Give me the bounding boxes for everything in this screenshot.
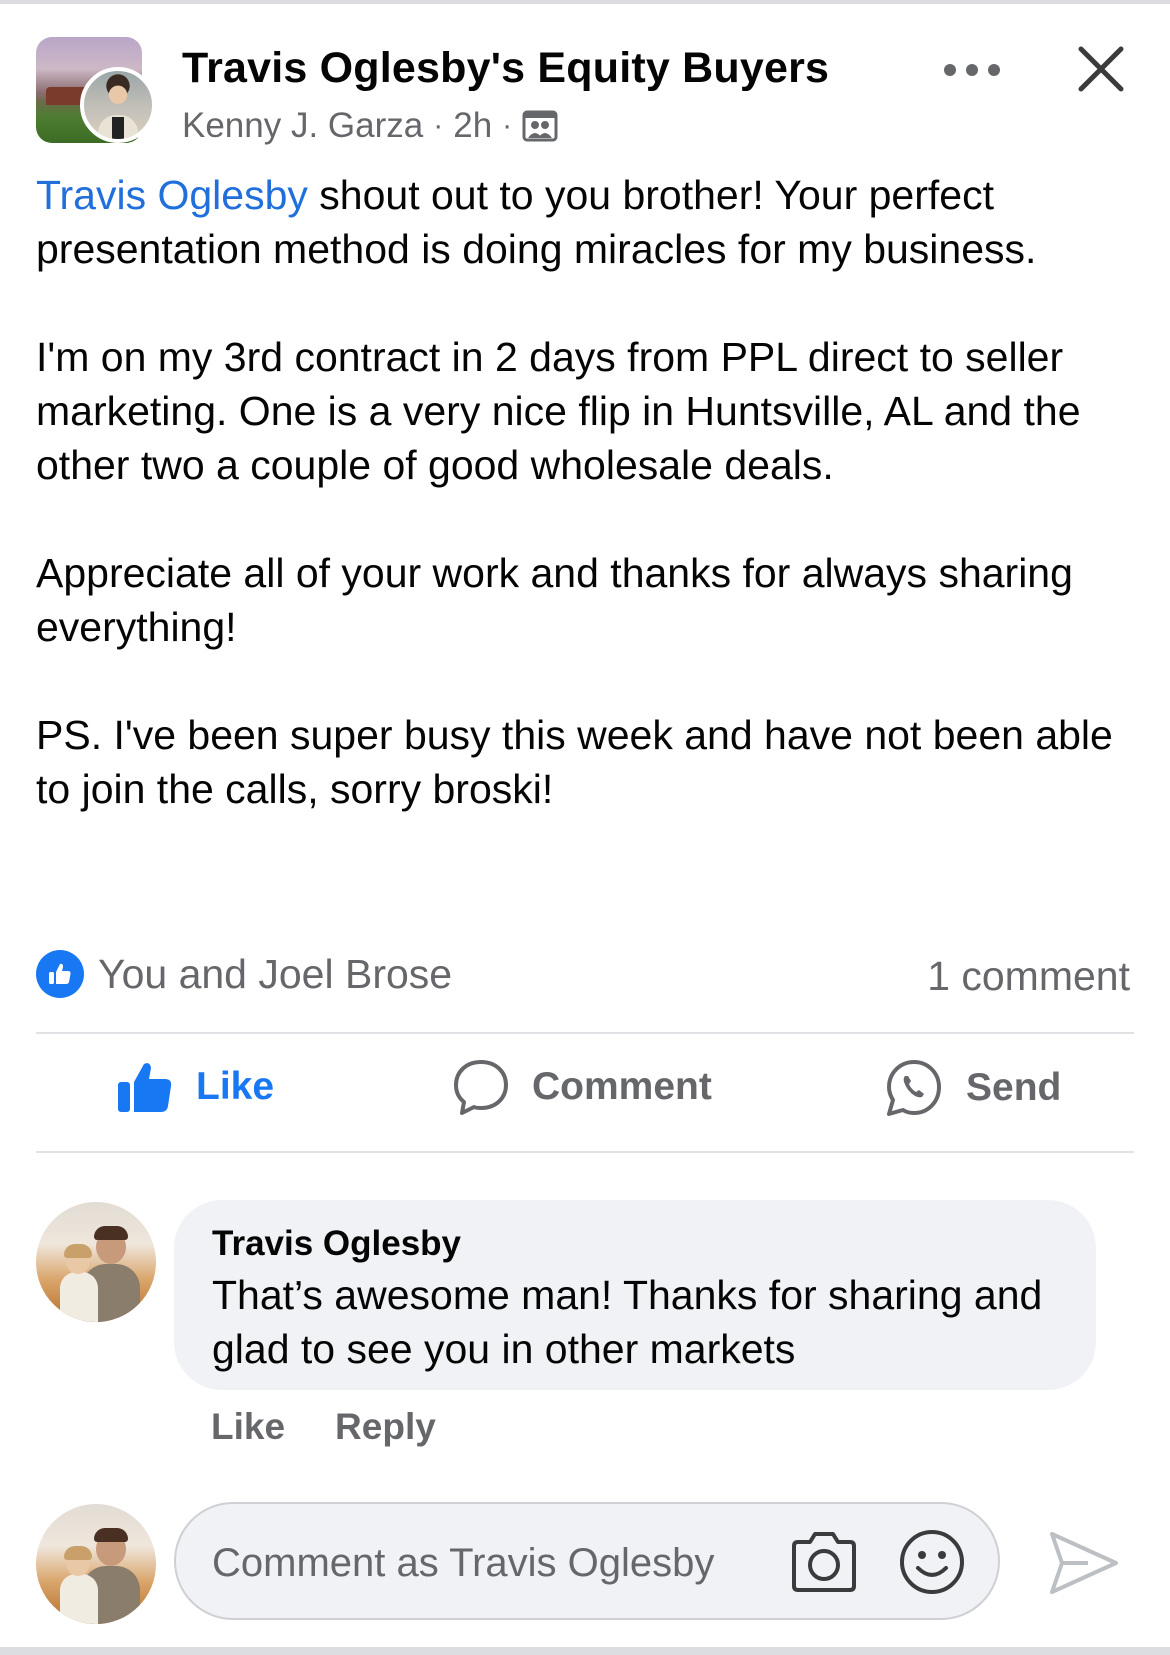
comment-icon	[454, 1060, 508, 1115]
comment-text: That’s awesome man! Thanks for sharing a…	[212, 1272, 1043, 1372]
whatsapp-icon	[887, 1060, 941, 1116]
send-arrow-icon[interactable]	[1048, 1530, 1120, 1601]
comment-label: Comment	[532, 1065, 712, 1108]
comment-author[interactable]: Travis Oglesby	[212, 1224, 461, 1264]
bottom-border	[0, 1647, 1170, 1655]
reactions-summary[interactable]: You and Joel Brose	[36, 950, 452, 998]
post-meta: Kenny J. Garza · 2h ·	[182, 106, 558, 146]
meta-separator: ·	[502, 109, 513, 142]
comment-count[interactable]: 1 comment	[927, 953, 1130, 1000]
close-icon[interactable]	[1076, 44, 1126, 94]
post-paragraph: Appreciate all of your work and thanks f…	[36, 550, 1073, 650]
comment-actions: Like Reply	[211, 1406, 436, 1448]
like-reaction-icon	[36, 950, 84, 998]
post-paragraph: I'm on my 3rd contract in 2 days from PP…	[36, 334, 1081, 488]
reaction-names: You and Joel Brose	[98, 950, 453, 997]
group-name[interactable]: Travis Oglesby's Equity Buyers	[182, 44, 829, 93]
comment-reply-button[interactable]: Reply	[335, 1406, 436, 1448]
group-members-icon	[522, 108, 558, 144]
post-paragraph: Travis Oglesby shout out to you brother!…	[36, 168, 1146, 276]
comment-bubble: Travis Oglesby That’s awesome man! Thank…	[174, 1200, 1096, 1390]
like-label: Like	[196, 1065, 275, 1108]
divider	[36, 1151, 1134, 1153]
send-button[interactable]: Send	[884, 1058, 1061, 1118]
current-user-avatar	[36, 1504, 156, 1624]
group-avatar[interactable]	[36, 37, 156, 145]
comment-composer[interactable]	[174, 1502, 1000, 1620]
like-button[interactable]: Like	[116, 1058, 274, 1116]
author-avatar[interactable]	[80, 67, 156, 143]
post-body: Travis Oglesby shout out to you brother!…	[36, 168, 1146, 816]
divider	[36, 1032, 1134, 1034]
comment-button[interactable]: Comment	[452, 1058, 712, 1116]
post-time[interactable]: 2h	[453, 106, 492, 146]
more-horizontal-icon[interactable]	[944, 52, 1000, 88]
comment-input[interactable]	[210, 1534, 734, 1592]
like-icon	[118, 1063, 172, 1112]
post-paragraph: PS. I've been super busy this week and h…	[36, 712, 1113, 812]
meta-separator: ·	[433, 109, 444, 142]
author-name[interactable]: Kenny J. Garza	[182, 106, 423, 146]
camera-icon[interactable]	[788, 1528, 860, 1601]
comment-like-button[interactable]: Like	[211, 1406, 285, 1448]
mention-link[interactable]: Travis Oglesby	[36, 172, 308, 218]
send-label: Send	[966, 1066, 1062, 1109]
emoji-icon[interactable]	[898, 1528, 966, 1601]
commenter-avatar[interactable]	[36, 1202, 156, 1322]
top-border	[0, 0, 1170, 4]
